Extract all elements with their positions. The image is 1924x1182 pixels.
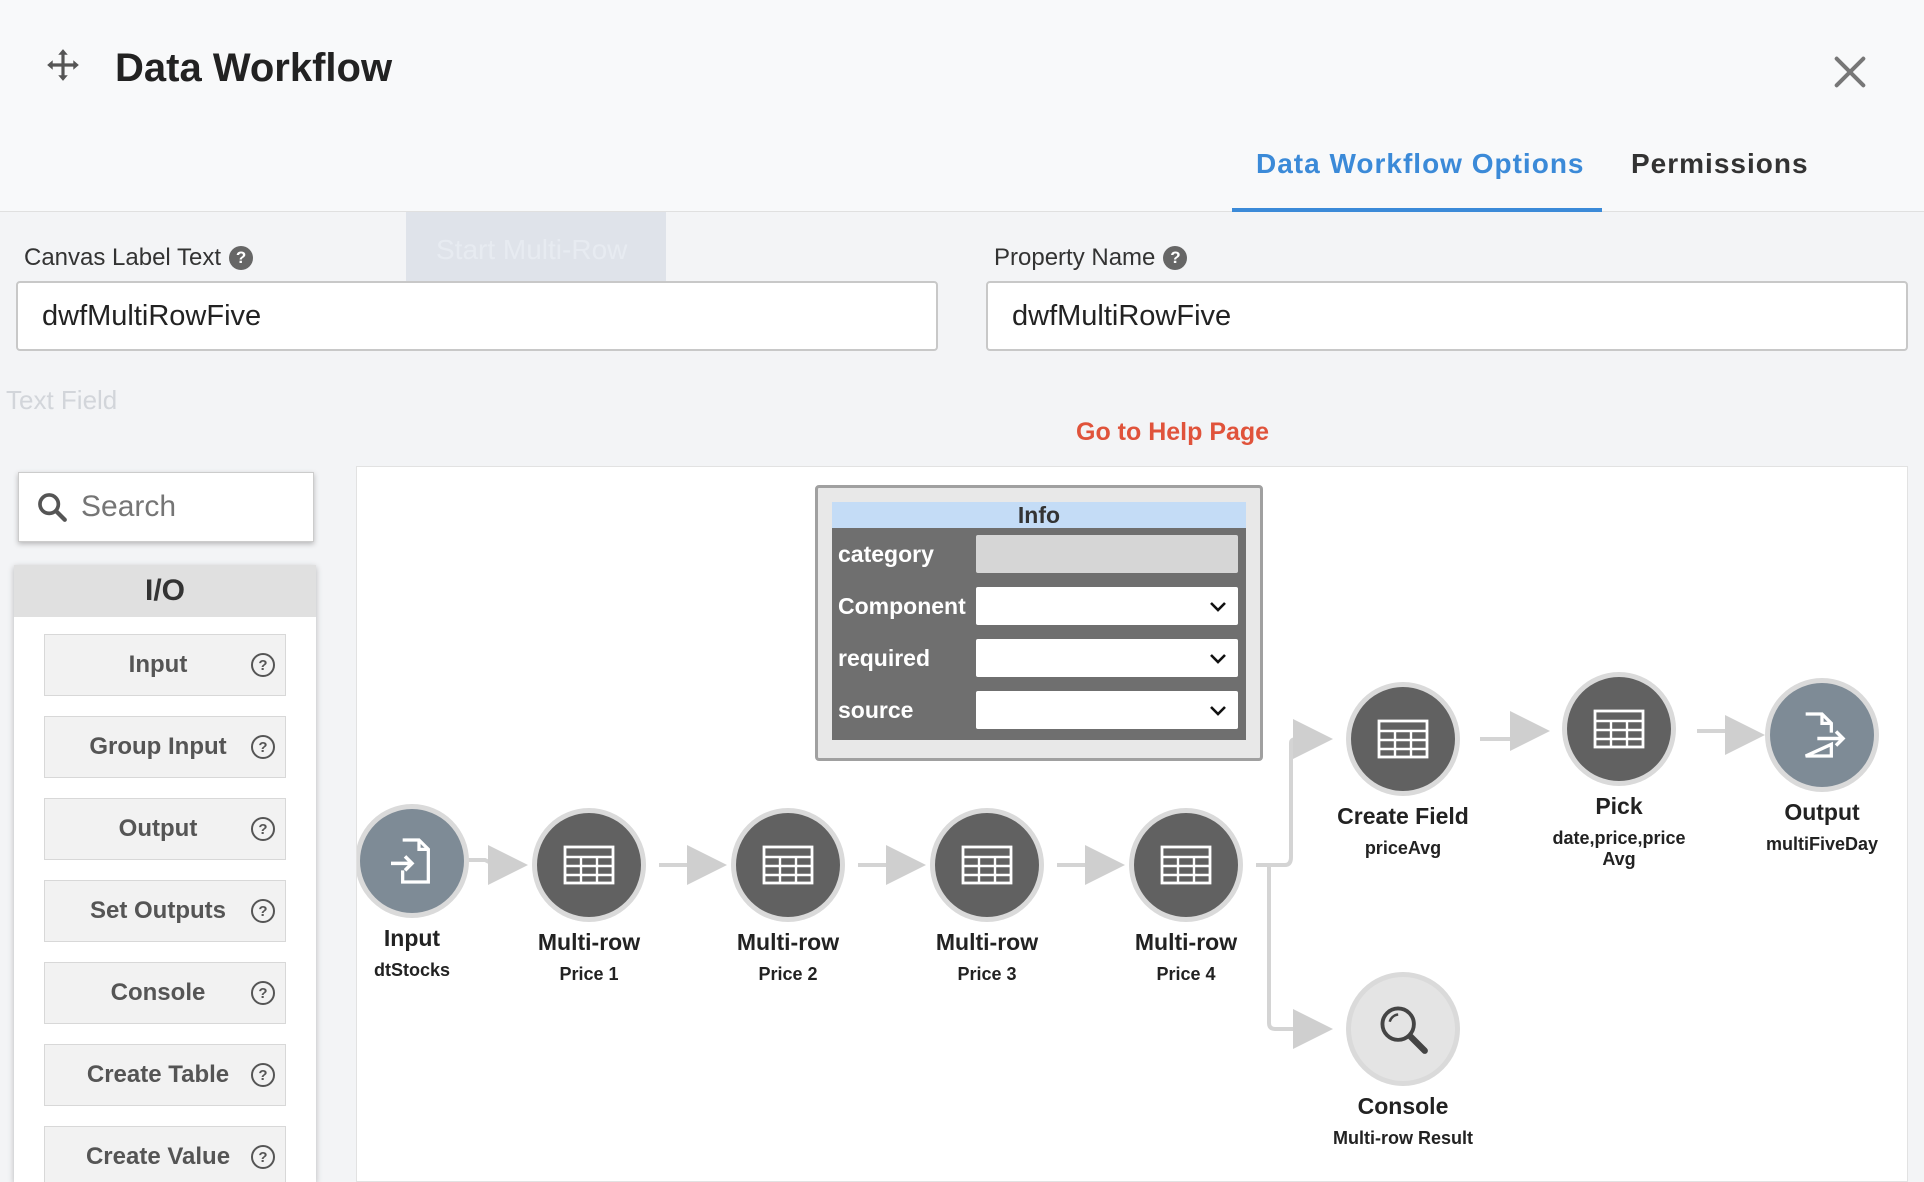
palette-search[interactable] [18,472,314,542]
info-row-source: source [832,684,1246,736]
info-row-required: required [832,632,1246,684]
node-subtitle: priceAvg [1364,838,1442,858]
ghost-bg-text: Text Field [6,385,118,415]
help-icon[interactable]: ? [251,817,275,841]
node-circle[interactable] [360,809,464,913]
workflow-node[interactable]: Create Field priceAvg [1283,687,1523,859]
node-circle[interactable] [1134,813,1238,917]
node-title: Create Field [1337,803,1469,829]
component-select[interactable] [976,587,1238,625]
workflow-node[interactable]: Multi-row Price 4 [1066,813,1306,985]
palette-item-group-input[interactable]: Group Input? [44,716,286,778]
palette-item-create-value[interactable]: Create Value? [44,1126,286,1182]
required-select[interactable] [976,639,1238,677]
info-key: Component [838,592,966,619]
magnifier-icon [1380,1006,1428,1054]
node-subtitle: multiFiveDay [1765,834,1879,854]
search-input[interactable] [81,490,301,524]
palette-item-console[interactable]: Console? [44,962,286,1024]
help-icon[interactable]: ? [251,899,275,923]
help-icon[interactable]: ? [251,1145,275,1169]
info-key: category [838,540,934,567]
node-subtitle: Price 4 [1156,964,1216,984]
info-key: source [838,696,914,723]
canvas-label-text-caption: Canvas Label Text [24,244,222,271]
table-icon [1377,719,1429,759]
move-icon[interactable] [44,46,82,84]
node-circle[interactable] [1567,677,1671,781]
info-key: required [838,644,931,671]
node-circle[interactable] [935,813,1039,917]
table-icon [961,845,1013,885]
active-tab-indicator [1232,208,1602,212]
node-circle[interactable] [1351,687,1455,791]
palette-item-input[interactable]: Input? [44,634,286,696]
table-icon [762,845,814,885]
help-icon[interactable]: ? [229,246,254,270]
node-title: Multi-row [1134,929,1238,955]
category-field [976,535,1238,573]
modal-header: Data Workflow Data Workflow Options Perm… [0,0,1924,212]
ghost-bg-button: Start Multi-Row [406,212,666,282]
node-title: Console [1357,1093,1449,1119]
table-icon [1593,709,1645,749]
chevron-down-icon [1210,706,1226,716]
chevron-down-icon [1210,602,1226,612]
table-icon [1160,845,1212,885]
node-circle[interactable] [736,813,840,917]
modal-title: Data Workflow [115,46,393,90]
tab-permissions[interactable]: Permissions [1631,148,1809,180]
workflow-canvas[interactable]: Input dtStocks Multi-row Price 1 Multi-r… [356,466,1908,1182]
help-icon[interactable]: ? [251,735,275,759]
component-palette: I/O Input? Group Input? Output? Set Outp… [14,565,316,1182]
help-icon[interactable]: ? [1163,246,1188,270]
help-icon[interactable]: ? [251,1063,275,1087]
property-name-label: Property Name ? [994,244,1188,272]
node-circle[interactable] [1770,683,1874,787]
property-name-input[interactable] [986,281,1908,351]
help-page-link[interactable]: Go to Help Page [1076,418,1269,447]
info-panel: Info category Component required source [815,485,1263,761]
tab-data-workflow-options[interactable]: Data Workflow Options [1256,148,1585,180]
palette-item-set-outputs[interactable]: Set Outputs? [44,880,286,942]
node-subtitle: date,price,price Avg [1552,828,1686,869]
info-panel-title: Info [832,502,1246,528]
canvas-label-text-input[interactable] [16,281,938,351]
palette-item-create-table[interactable]: Create Table? [44,1044,286,1106]
workflow-node[interactable]: Console Multi-row Result [1283,977,1523,1149]
palette-section-title: I/O [14,565,316,617]
node-title: Output [1784,799,1860,825]
node-circle[interactable] [1351,977,1455,1081]
file-output-icon [1804,712,1846,758]
help-icon[interactable]: ? [251,981,275,1005]
node-circle[interactable] [537,813,641,917]
canvas-label-text-label: Canvas Label Text ? [24,244,254,272]
info-row-category: category [832,528,1246,580]
help-icon[interactable]: ? [251,653,275,677]
table-icon [563,845,615,885]
source-select[interactable] [976,691,1238,729]
palette-item-output[interactable]: Output? [44,798,286,860]
node-subtitle: Multi-row Result [1333,1128,1473,1148]
info-panel-body: Info category Component required source [832,502,1246,740]
file-input-icon [391,838,430,884]
info-row-component: Component [832,580,1246,632]
chevron-down-icon [1210,654,1226,664]
workflow-node[interactable]: Output multiFiveDay [1702,683,1907,855]
close-icon[interactable] [1830,52,1870,92]
property-name-caption: Property Name [994,244,1156,271]
search-icon [38,493,67,522]
